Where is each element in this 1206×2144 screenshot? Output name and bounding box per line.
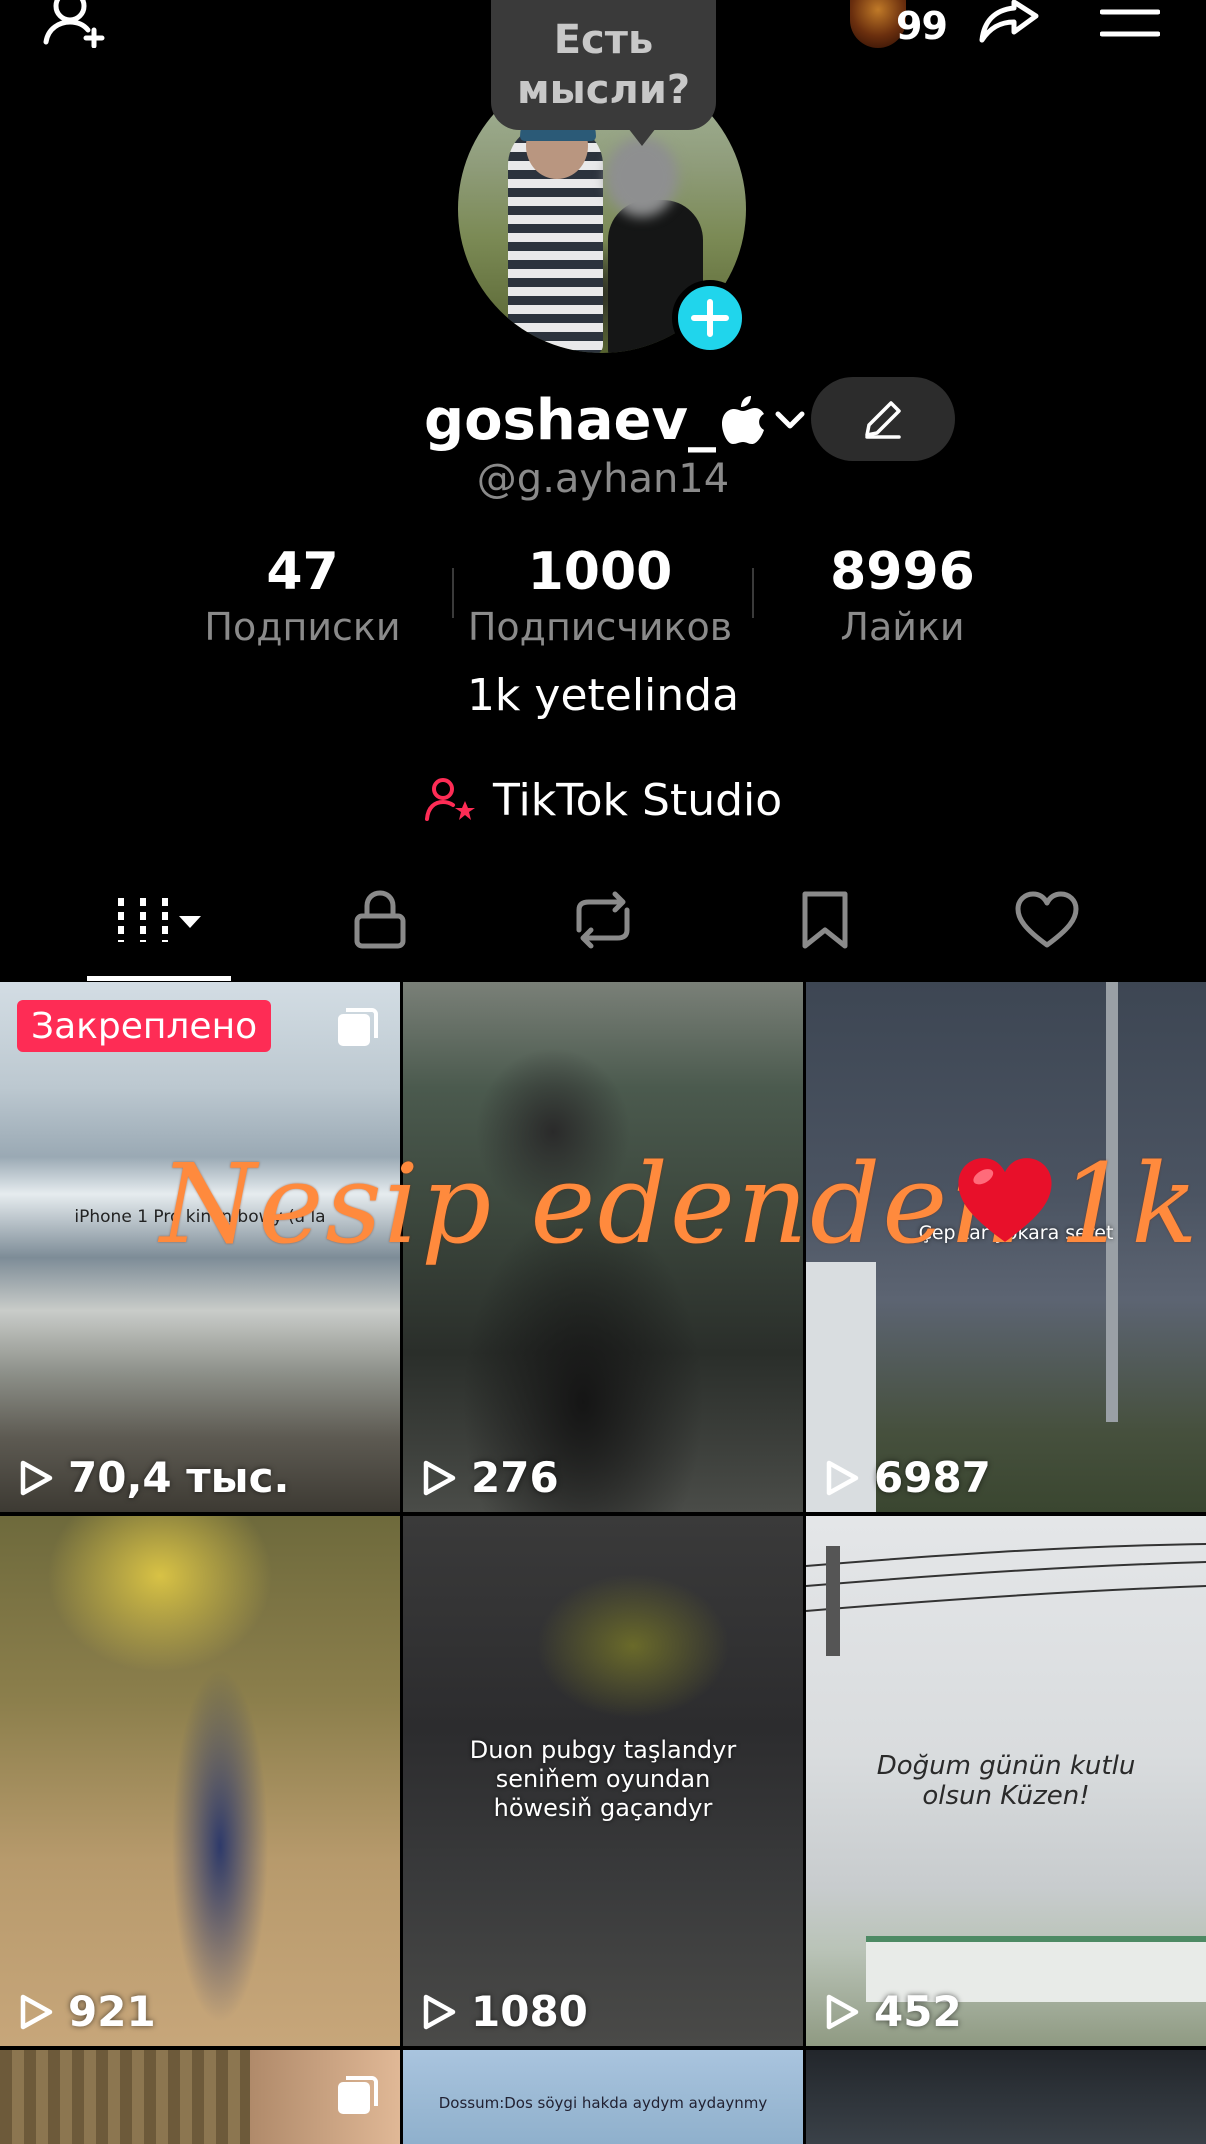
hamburger-menu-icon [1100,9,1160,37]
plus-icon [691,299,729,337]
thoughts-bubble[interactable]: Есть мысли? [491,0,716,146]
followers-stat[interactable]: 1000 Подписчиков [460,540,740,650]
repost-icon [576,891,630,949]
heart-icon [1015,891,1079,948]
power-lines [806,1543,1206,1656]
pinned-badge: Закреплено [17,1000,272,1052]
play-icon [423,1460,456,1495]
view-count: 921 [18,1987,156,2036]
followers-count: 1000 [527,542,673,602]
view-count-text: 276 [471,1453,559,1502]
add-friend-icon [43,0,105,48]
share-button[interactable] [970,0,1050,48]
studio-label: TikTok Studio [493,774,783,826]
tab-favorites[interactable] [765,860,885,980]
share-icon [979,0,1039,43]
view-count: 1080 [421,1987,588,2036]
username-text: goshaev_ [424,387,717,453]
tab-videos[interactable] [87,860,231,980]
video-tile[interactable] [806,2050,1206,2144]
tiktok-studio-link[interactable]: TikTok Studio [425,765,782,835]
play-icon [826,1460,859,1495]
view-count-text: 452 [874,1987,962,2036]
view-count-text: 1080 [471,1987,588,2036]
profile-screen: 99 Есть мысли? goshaev_ @g.ayhan14 47 По… [0,0,1206,2144]
play-icon [20,1460,53,1495]
thought-line-2: мысли? [516,67,691,113]
following-stat[interactable]: 47 Подписки [180,540,425,650]
following-label: Подписки [204,605,401,649]
lock-icon [354,890,406,949]
likes-stat[interactable]: 8996 Лайки [780,540,1025,650]
followers-label: Подписчиков [467,605,733,649]
story-count: 99 [896,4,948,48]
thought-line-1: Есть [553,17,654,63]
likes-count: 8996 [830,542,975,602]
username-switcher[interactable]: goshaev_ [424,385,810,455]
play-icon [20,1994,53,2029]
multi-photo-icon [338,1008,378,1046]
view-count: 6987 [824,1453,991,1502]
video-caption: Dossum:Dos söygi hakda aydym aydaynmy [438,2094,768,2112]
pencil-icon [865,401,901,439]
bookmark-icon [802,891,848,949]
profile-tabs [0,860,1206,980]
active-tab-indicator [87,976,231,981]
video-tile[interactable]: Duon pubgy taşlandyr seniňem oyundan höw… [403,1516,803,2046]
chevron-down-icon [775,411,805,429]
edit-profile-button[interactable] [811,377,955,461]
view-count: 70,4 тыс. [18,1453,289,1502]
video-tile[interactable]: Doğum günün kutlu olsun Küzen! 452 [806,1516,1206,2046]
avatar-head-right-blurred [606,137,678,217]
view-count-text: 6987 [874,1453,991,1502]
video-caption: Duon pubgy taşlandyr seniňem oyundan höw… [469,1736,737,1822]
multi-photo-icon [338,2076,378,2114]
add-friend-button[interactable] [36,0,116,48]
following-count: 47 [266,542,339,602]
stat-divider [452,568,454,618]
videos-grid-icon [118,898,201,942]
play-icon [423,1994,456,2029]
add-story-button[interactable] [672,280,748,356]
play-icon [826,1994,859,2029]
view-count: 452 [824,1987,962,2036]
profile-bio: 1k yetelinda [466,670,740,721]
video-caption: Doğum günün kutlu olsun Küzen! [876,1751,1136,1811]
tab-private[interactable] [320,860,440,980]
tab-liked[interactable] [987,860,1107,980]
menu-button[interactable] [1094,0,1166,48]
studio-icon [425,778,475,821]
red-heart-icon [958,1158,1052,1242]
view-count: 276 [421,1453,559,1502]
apple-icon [722,396,765,444]
video-tile[interactable]: 921 [0,1516,400,2046]
stat-divider [752,568,754,618]
view-count-text: 921 [68,1987,156,2036]
user-handle: @g.ayhan14 [476,456,730,502]
video-tile[interactable]: Dossum:Dos söygi hakda aydym aydaynmy [403,2050,803,2144]
view-count-text: 70,4 тыс. [68,1453,290,1502]
likes-label: Лайки [840,605,965,649]
video-tile[interactable] [0,2050,400,2144]
tab-reposts[interactable] [543,860,663,980]
